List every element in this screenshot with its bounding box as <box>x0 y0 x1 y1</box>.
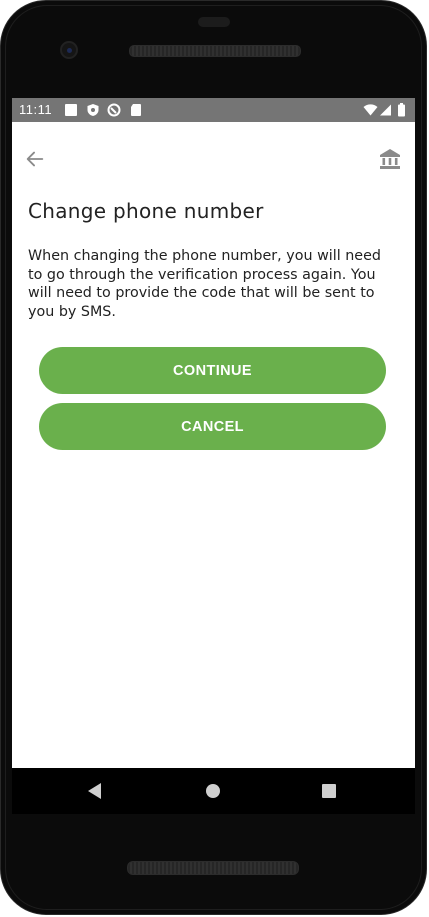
bottom-speaker <box>127 861 299 875</box>
status-bar: 11:11 <box>12 98 415 122</box>
bank-icon[interactable] <box>378 147 402 171</box>
battery-icon <box>398 103 405 117</box>
nav-home-icon[interactable] <box>206 784 220 798</box>
page-title: Change phone number <box>28 199 264 223</box>
front-camera <box>60 41 78 59</box>
wifi-icon <box>363 104 378 116</box>
nav-back-icon[interactable] <box>88 783 101 799</box>
app-bar <box>12 122 415 182</box>
notification-square-icon <box>65 104 77 116</box>
navigation-bar <box>12 768 415 814</box>
cancel-button[interactable]: CANCEL <box>39 403 386 450</box>
nav-recents-icon[interactable] <box>322 784 336 798</box>
earpiece-speaker <box>129 45 301 57</box>
continue-button[interactable]: CONTINUE <box>39 347 386 394</box>
description-text: When changing the phone number, you will… <box>28 248 381 320</box>
signal-icon <box>380 104 391 116</box>
status-time: 11:11 <box>19 102 53 117</box>
sensor-slot <box>198 17 230 27</box>
screen: 11:11 Change phone number When changing … <box>12 98 415 768</box>
sd-card-icon <box>131 104 141 116</box>
arrow-left-icon[interactable] <box>24 148 46 170</box>
sync-icon <box>107 103 121 117</box>
shield-icon <box>87 104 99 116</box>
